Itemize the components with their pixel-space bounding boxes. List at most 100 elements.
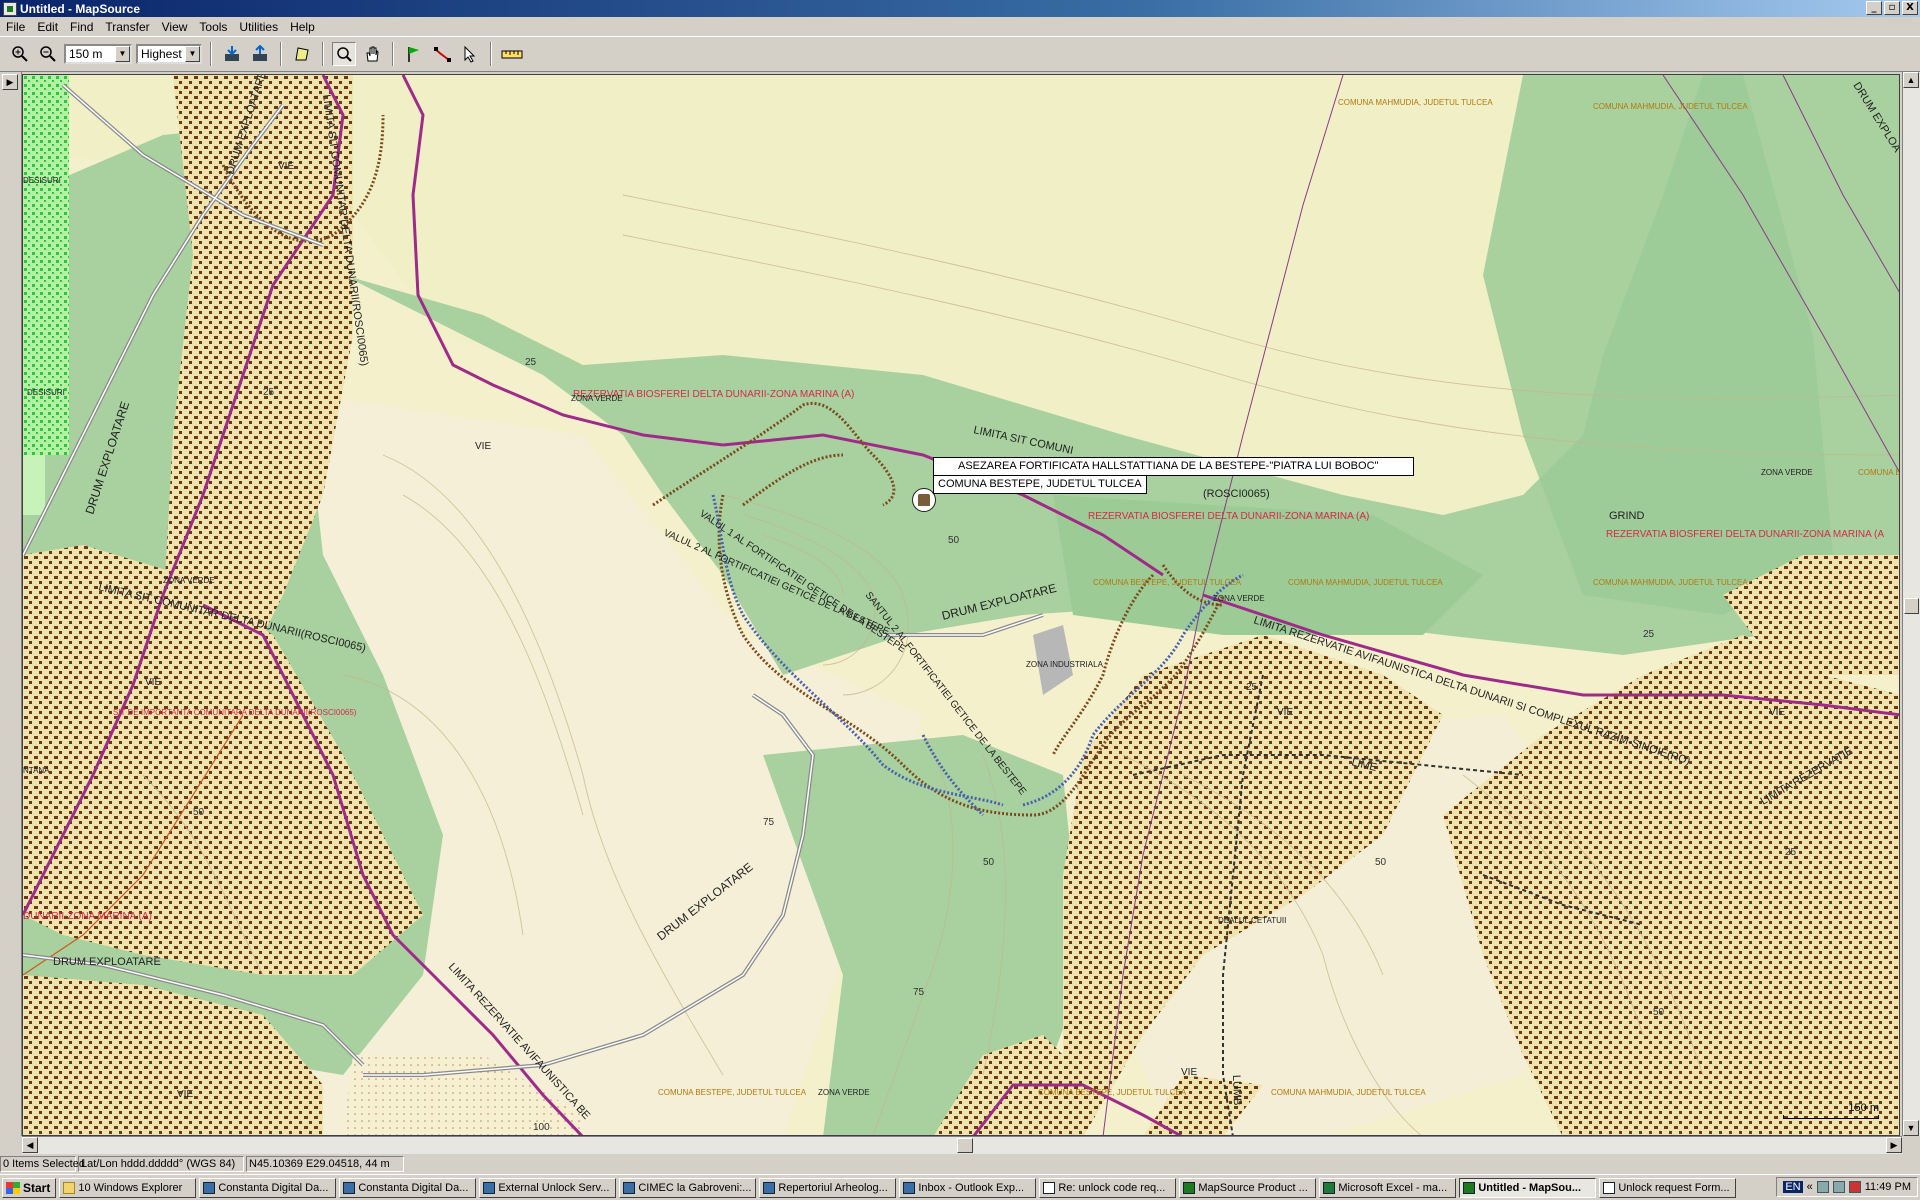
taskbar-item-excel[interactable]: Microsoft Excel - ma... bbox=[1319, 1177, 1457, 1198]
taskbar-item-mapsource-active[interactable]: Untitled - MapSou... bbox=[1459, 1177, 1597, 1198]
flag-icon bbox=[408, 47, 419, 62]
mapsource-app-icon bbox=[3, 1, 17, 16]
detail-select[interactable]: Highest ▼ bbox=[136, 44, 202, 64]
map-tool-icon bbox=[295, 47, 309, 61]
scale-bar bbox=[1783, 1115, 1879, 1119]
menu-edit[interactable]: Edit bbox=[31, 20, 64, 34]
hand-icon bbox=[366, 46, 379, 62]
waypoint-tool-button[interactable] bbox=[402, 42, 426, 66]
label-vie-3: VIE bbox=[145, 677, 161, 688]
close-button[interactable]: X bbox=[1902, 1, 1918, 15]
horizontal-scrollbar[interactable]: ◀ ▶ bbox=[22, 1136, 1902, 1154]
menu-utilities[interactable]: Utilities bbox=[233, 20, 284, 34]
mapsource-icon bbox=[1183, 1181, 1196, 1194]
security-icon[interactable] bbox=[1848, 1181, 1861, 1193]
label-comuna-bestepe-2: COMUNA BESTEPE, JUDETUL TULCEA bbox=[658, 1088, 807, 1097]
topographic-map: REZERVATIA BIOSFEREI DELTA DUNARII-ZONA … bbox=[23, 75, 1899, 1135]
taskbar-item-constanta-1[interactable]: Constanta Digital Da... bbox=[199, 1177, 337, 1198]
map-tooltip-subtitle: COMUNA BESTEPE, JUDETUL TULCEA bbox=[933, 475, 1147, 494]
windows-taskbar: Start 10 Windows Explorer Constanta Digi… bbox=[0, 1174, 1920, 1200]
scroll-down-button[interactable]: ▼ bbox=[1903, 1120, 1919, 1136]
label-drum-exploatare-4: DRUM EXPLOATARE bbox=[53, 956, 161, 968]
map-canvas[interactable]: REZERVATIA BIOSFEREI DELTA DUNARII-ZONA … bbox=[22, 74, 1900, 1136]
label-comuna-mahmudia-5: COMUNA MAHMUDIA, JUDETUL TULCEA bbox=[1271, 1088, 1426, 1097]
tray-expand-icon[interactable]: « bbox=[1807, 1181, 1813, 1193]
expand-panel-button[interactable]: ▶ bbox=[2, 74, 18, 90]
toolbar-separator bbox=[322, 42, 324, 66]
menu-transfer[interactable]: Transfer bbox=[99, 20, 155, 34]
menu-help[interactable]: Help bbox=[284, 20, 321, 34]
clock: 11:49 PM bbox=[1864, 1181, 1911, 1193]
hand-tool-button[interactable] bbox=[360, 42, 384, 66]
label-desisuri-1: DESISURI bbox=[23, 176, 61, 185]
selection-tool-button[interactable] bbox=[458, 42, 482, 66]
menu-view[interactable]: View bbox=[156, 20, 194, 34]
contour-25-e: 25 bbox=[263, 387, 275, 398]
label-comuna-mahmudia-2: COMUNA MAHMUDIA, JUDETUL TULCEA bbox=[1593, 102, 1748, 111]
zoom-in-icon bbox=[12, 46, 28, 62]
label-zona-verde-4: ZONA VERDE bbox=[1213, 594, 1265, 603]
measure-tool-button[interactable] bbox=[500, 42, 524, 66]
task-label: Repertoriul Arheolog... bbox=[778, 1181, 888, 1194]
receive-from-device-button[interactable] bbox=[220, 42, 244, 66]
language-indicator[interactable]: EN bbox=[1783, 1181, 1803, 1193]
taskbar-item-unlock-code-reply[interactable]: Re: unlock code req... bbox=[1039, 1177, 1177, 1198]
browser-icon bbox=[763, 1181, 776, 1194]
route-icon bbox=[434, 47, 451, 62]
scroll-left-button[interactable]: ◀ bbox=[22, 1137, 38, 1153]
window-title: Untitled - MapSource bbox=[20, 1, 141, 16]
zoom-scale-select[interactable]: 150 m ▼ bbox=[64, 44, 132, 64]
menu-tools[interactable]: Tools bbox=[193, 20, 233, 34]
taskbar-item-repertoriul[interactable]: Repertoriul Arheolog... bbox=[759, 1177, 897, 1198]
chevron-down-icon: ▼ bbox=[115, 46, 130, 62]
vertical-scroll-thumb[interactable] bbox=[1904, 598, 1919, 614]
taskbar-item-external-unlock[interactable]: External Unlock Serv... bbox=[479, 1177, 617, 1198]
zoom-tool-button[interactable] bbox=[332, 42, 356, 66]
label-comuna-bestepe-1: COMUNA BESTEPE, JUDETUL TULCEA bbox=[1093, 578, 1242, 587]
task-label: Microsoft Excel - ma... bbox=[1338, 1181, 1448, 1194]
status-cursor-position: N45.10369 E29.04518, 44 m bbox=[246, 1156, 404, 1172]
route-tool-button[interactable] bbox=[430, 42, 454, 66]
label-vie-6: VIE bbox=[177, 1089, 193, 1100]
start-button[interactable]: Start bbox=[2, 1177, 57, 1198]
contour-100: 100 bbox=[533, 1122, 550, 1133]
contour-50-b: 50 bbox=[983, 857, 995, 868]
map-tool-button[interactable] bbox=[290, 42, 314, 66]
taskbar-item-mapsource-product[interactable]: MapSource Product ... bbox=[1179, 1177, 1317, 1198]
restore-button[interactable]: ▫ bbox=[1884, 1, 1900, 15]
detail-value: Highest bbox=[141, 47, 182, 61]
horizontal-scroll-thumb[interactable] bbox=[957, 1138, 973, 1153]
task-label: Re: unlock code req... bbox=[1058, 1181, 1166, 1194]
network-icon[interactable] bbox=[1816, 1181, 1829, 1193]
zoom-in-button[interactable] bbox=[8, 42, 32, 66]
menu-file[interactable]: File bbox=[0, 20, 31, 34]
contour-50-a: 50 bbox=[948, 535, 960, 546]
toolbar-separator bbox=[210, 42, 212, 66]
vertical-scrollbar[interactable]: ▲ ▼ bbox=[1902, 72, 1920, 1136]
mapsource-icon bbox=[1463, 1181, 1476, 1194]
excel-icon bbox=[1323, 1181, 1336, 1194]
scroll-right-button[interactable]: ▶ bbox=[1886, 1137, 1902, 1153]
contour-50-c: 50 bbox=[1375, 857, 1387, 868]
folder-icon bbox=[63, 1181, 76, 1194]
taskbar-item-constanta-2[interactable]: Constanta Digital Da... bbox=[339, 1177, 477, 1198]
taskbar-item-outlook-inbox[interactable]: Inbox - Outlook Exp... bbox=[899, 1177, 1037, 1198]
menu-bar: File Edit Find Transfer View Tools Utili… bbox=[0, 17, 1920, 36]
taskbar-item-windows-explorer[interactable]: 10 Windows Explorer bbox=[59, 1177, 197, 1198]
label-desisuri-2: DESISURI bbox=[27, 388, 65, 397]
zoom-out-button[interactable] bbox=[36, 42, 60, 66]
minimize-button[interactable]: _ bbox=[1866, 1, 1882, 15]
taskbar-item-unlock-request-form[interactable]: Unlock request Form... bbox=[1599, 1177, 1737, 1198]
toolbar-separator bbox=[392, 42, 394, 66]
send-to-device-button[interactable] bbox=[248, 42, 272, 66]
task-label: Unlock request Form... bbox=[1618, 1181, 1730, 1194]
taskbar-item-cimec[interactable]: CIMEC la Gabroveni:... bbox=[619, 1177, 757, 1198]
menu-find[interactable]: Find bbox=[64, 20, 99, 34]
label-lumb: LUMB bbox=[1230, 1075, 1243, 1106]
volume-icon[interactable] bbox=[1832, 1181, 1845, 1193]
label-zona-industriala: ZONA INDUSTRIALA bbox=[1026, 660, 1104, 669]
contour-25-b: 25 bbox=[1246, 682, 1258, 693]
scroll-up-button[interactable]: ▲ bbox=[1903, 72, 1919, 88]
task-label: Inbox - Outlook Exp... bbox=[918, 1181, 1025, 1194]
label-comuna-mahmudia-4: COMUNA MAHMUDIA, JUDETUL TULCEA bbox=[1593, 578, 1748, 587]
